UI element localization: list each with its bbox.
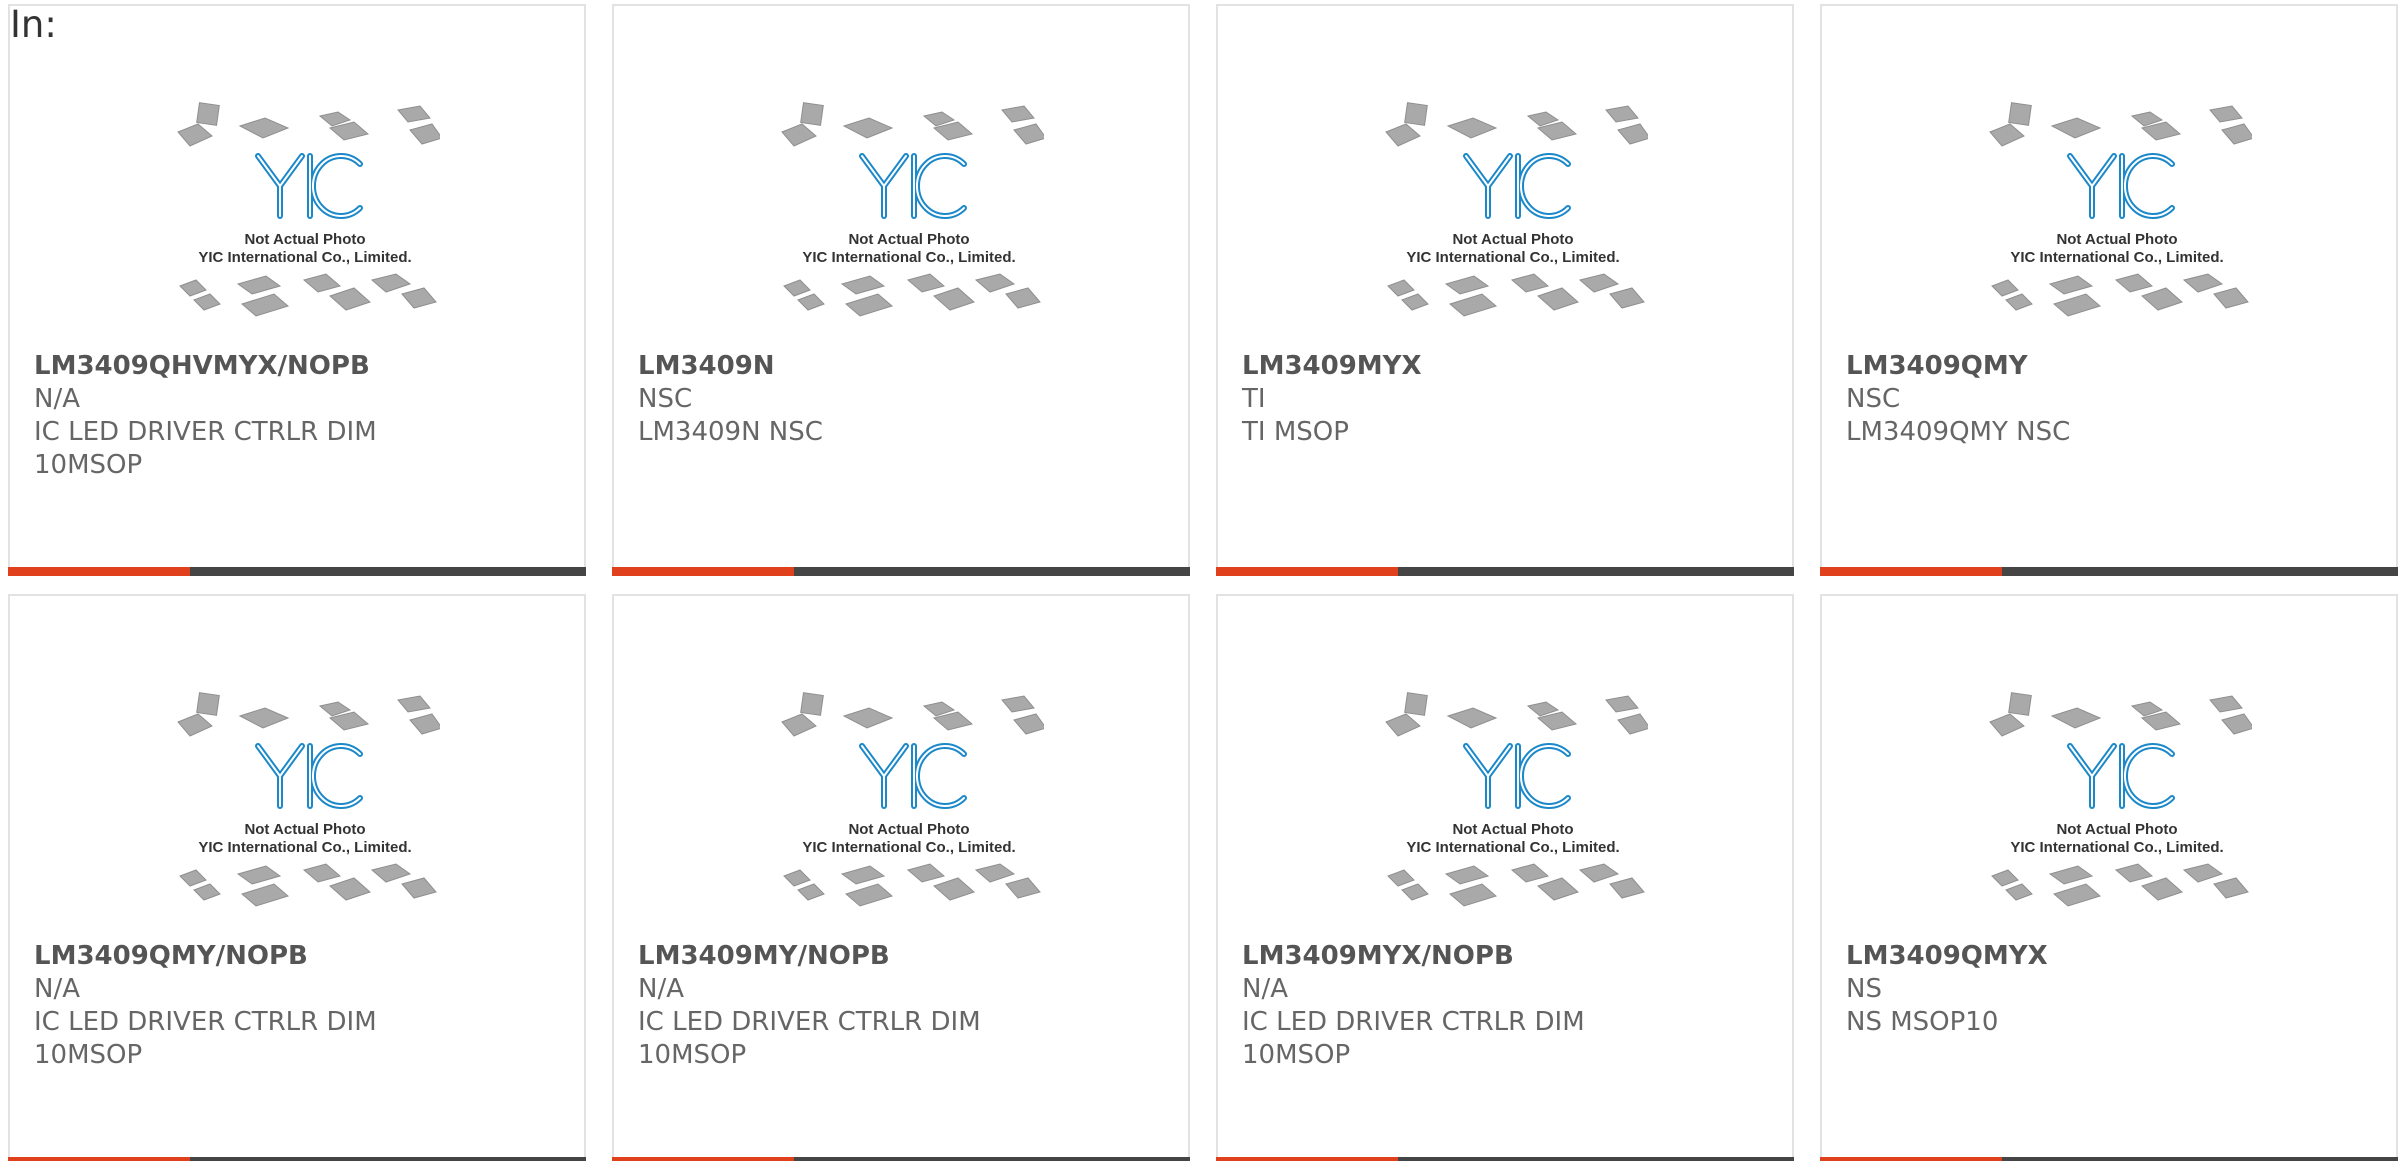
- product-photo[interactable]: Not Actual Photo YIC International Co., …: [1378, 684, 1648, 926]
- card-bar: [8, 1157, 586, 1161]
- product-info: LM3409QHVMYX/NOPB N/A IC LED DRIVER CTRL…: [34, 350, 554, 482]
- chip-packages-icon: [1385, 102, 1648, 317]
- card-bar: [612, 567, 1190, 576]
- product-card[interactable]: Not Actual Photo YIC International Co., …: [8, 594, 586, 1161]
- filter-label: In:: [10, 3, 57, 46]
- photo-disclaimer: Not Actual Photo: [2056, 231, 2178, 248]
- description: LM3409QMY NSC: [1846, 417, 2071, 447]
- chip-packages-icon: [1385, 692, 1648, 907]
- part-number[interactable]: LM3409QMYX: [1846, 940, 2366, 973]
- manufacturer: TI: [1242, 384, 1266, 414]
- card-bar-accent: [612, 567, 794, 576]
- part-number[interactable]: LM3409MYX/NOPB: [1242, 940, 1762, 973]
- manufacturer: N/A: [1242, 974, 1288, 1004]
- product-card[interactable]: Not Actual Photo YIC International Co., …: [612, 4, 1190, 576]
- part-number[interactable]: LM3409QMY/NOPB: [34, 940, 554, 973]
- card-bar: [1820, 567, 2398, 576]
- part-number[interactable]: LM3409MY/NOPB: [638, 940, 1158, 973]
- product-photo[interactable]: Not Actual Photo YIC International Co., …: [1378, 94, 1648, 336]
- photo-company: YIC International Co., Limited.: [802, 249, 1016, 266]
- photo-company: YIC International Co., Limited.: [1406, 249, 1620, 266]
- description: IC LED DRIVER CTRLR DIM 10MSOP: [1242, 1007, 1585, 1070]
- chip-packages-icon: [1989, 692, 2252, 907]
- product-photo[interactable]: Not Actual Photo YIC International Co., …: [774, 94, 1044, 336]
- card-bar-accent: [612, 1157, 794, 1161]
- product-photo[interactable]: Not Actual Photo YIC International Co., …: [170, 684, 440, 926]
- product-info: LM3409MY/NOPB N/A IC LED DRIVER CTRLR DI…: [638, 940, 1158, 1072]
- product-grid: In: Not Actual Photo YIC International C…: [8, 4, 2398, 1161]
- description: NS MSOP10: [1846, 1007, 1999, 1037]
- photo-company: YIC International Co., Limited.: [802, 839, 1016, 856]
- manufacturer: N/A: [34, 384, 80, 414]
- card-bar-accent: [8, 567, 190, 576]
- product-info: LM3409MYX TI TI MSOP: [1242, 350, 1762, 449]
- chip-packages-icon: [781, 692, 1044, 907]
- chip-packages-icon: [177, 692, 440, 907]
- manufacturer: N/A: [34, 974, 80, 1004]
- card-bar-accent: [1820, 1157, 2002, 1161]
- description: LM3409N NSC: [638, 417, 823, 447]
- photo-disclaimer: Not Actual Photo: [2056, 821, 2178, 838]
- photo-disclaimer: Not Actual Photo: [1452, 821, 1574, 838]
- product-info: LM3409QMY NSC LM3409QMY NSC: [1846, 350, 2366, 449]
- product-grid-page: In: Not Actual Photo YIC International C…: [0, 0, 2400, 1161]
- product-info: LM3409N NSC LM3409N NSC: [638, 350, 1158, 449]
- card-bar: [1216, 1157, 1794, 1161]
- product-card[interactable]: Not Actual Photo YIC International Co., …: [612, 594, 1190, 1161]
- card-bar: [612, 1157, 1190, 1161]
- description: IC LED DRIVER CTRLR DIM 10MSOP: [638, 1007, 981, 1070]
- product-photo[interactable]: Not Actual Photo YIC International Co., …: [170, 94, 440, 336]
- manufacturer: NSC: [1846, 384, 1901, 414]
- product-photo[interactable]: Not Actual Photo YIC International Co., …: [1982, 94, 2252, 336]
- photo-company: YIC International Co., Limited.: [198, 839, 412, 856]
- product-info: LM3409MYX/NOPB N/A IC LED DRIVER CTRLR D…: [1242, 940, 1762, 1072]
- chip-packages-icon: [781, 102, 1044, 317]
- card-bar-accent: [8, 1157, 190, 1161]
- product-photo[interactable]: Not Actual Photo YIC International Co., …: [1982, 684, 2252, 926]
- card-bar: [1820, 1157, 2398, 1161]
- manufacturer: NSC: [638, 384, 693, 414]
- part-number[interactable]: LM3409QHVMYX/NOPB: [34, 350, 554, 383]
- photo-company: YIC International Co., Limited.: [198, 249, 412, 266]
- photo-company: YIC International Co., Limited.: [2010, 249, 2224, 266]
- card-bar-accent: [1216, 1157, 1398, 1161]
- description: IC LED DRIVER CTRLR DIM 10MSOP: [34, 1007, 377, 1070]
- chip-packages-icon: [177, 102, 440, 317]
- product-photo[interactable]: Not Actual Photo YIC International Co., …: [774, 684, 1044, 926]
- product-card[interactable]: Not Actual Photo YIC International Co., …: [1216, 4, 1794, 576]
- product-card[interactable]: Not Actual Photo YIC International Co., …: [1820, 4, 2398, 576]
- product-card[interactable]: Not Actual Photo YIC International Co., …: [1820, 594, 2398, 1161]
- card-bar: [8, 567, 586, 576]
- manufacturer: N/A: [638, 974, 684, 1004]
- photo-disclaimer: Not Actual Photo: [1452, 231, 1574, 248]
- photo-company: YIC International Co., Limited.: [1406, 839, 1620, 856]
- product-card[interactable]: In: Not Actual Photo YIC International C…: [8, 4, 586, 576]
- product-info: LM3409QMY/NOPB N/A IC LED DRIVER CTRLR D…: [34, 940, 554, 1072]
- product-info: LM3409QMYX NS NS MSOP10: [1846, 940, 2366, 1039]
- product-card[interactable]: Not Actual Photo YIC International Co., …: [1216, 594, 1794, 1161]
- photo-disclaimer: Not Actual Photo: [244, 821, 366, 838]
- chip-packages-icon: [1989, 102, 2252, 317]
- manufacturer: NS: [1846, 974, 1882, 1004]
- card-bar-accent: [1820, 567, 2002, 576]
- photo-disclaimer: Not Actual Photo: [848, 821, 970, 838]
- card-bar: [1216, 567, 1794, 576]
- photo-company: YIC International Co., Limited.: [2010, 839, 2224, 856]
- description: TI MSOP: [1242, 417, 1349, 447]
- photo-disclaimer: Not Actual Photo: [848, 231, 970, 248]
- part-number[interactable]: LM3409QMY: [1846, 350, 2366, 383]
- part-number[interactable]: LM3409MYX: [1242, 350, 1762, 383]
- card-bar-accent: [1216, 567, 1398, 576]
- part-number[interactable]: LM3409N: [638, 350, 1158, 383]
- description: IC LED DRIVER CTRLR DIM 10MSOP: [34, 417, 377, 480]
- photo-disclaimer: Not Actual Photo: [244, 231, 366, 248]
